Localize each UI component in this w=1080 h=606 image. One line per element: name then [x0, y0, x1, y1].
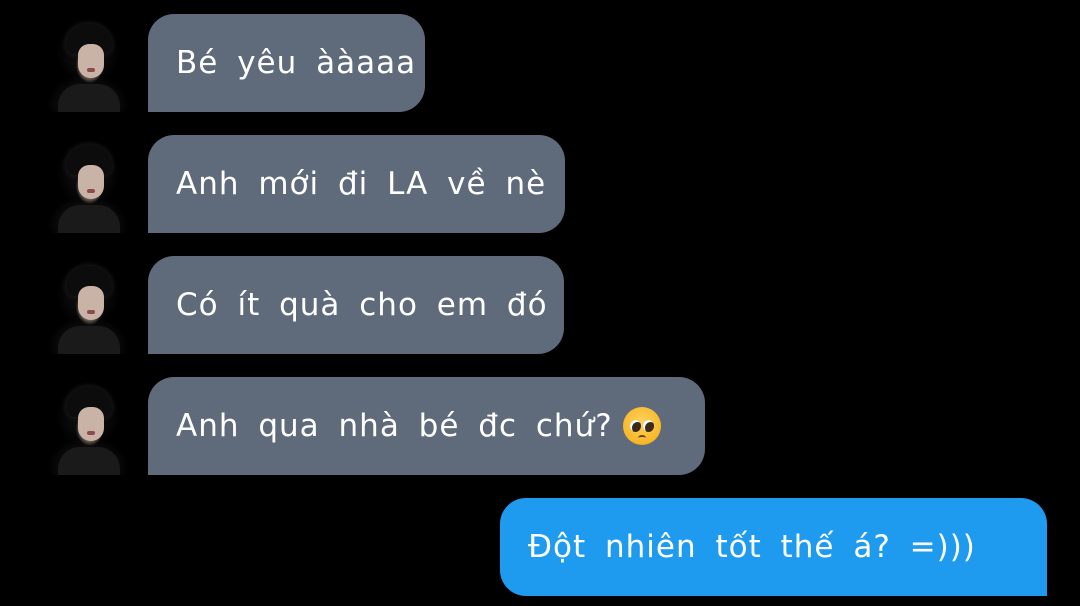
avatar-photo-icon[interactable] — [44, 135, 132, 233]
message-text: Anh mới đi LA về nè — [176, 166, 547, 202]
avatar-photo-icon[interactable] — [44, 256, 132, 354]
incoming-message-bubble[interactable]: Anh qua nhà bé đc chứ? — [148, 377, 705, 475]
incoming-message-bubble[interactable]: Có ít quà cho em đó — [148, 256, 564, 354]
incoming-message-bubble[interactable]: Bé yêu ààaaa — [148, 14, 425, 112]
incoming-message-bubble[interactable]: Anh mới đi LA về nè — [148, 135, 565, 233]
message-text: Có ít quà cho em đó — [176, 287, 548, 323]
message-text: Đột nhiên tốt thế á? =))) — [528, 529, 976, 565]
pleading-face-emoji-icon — [622, 407, 661, 445]
avatar-photo-icon[interactable] — [44, 14, 132, 112]
avatar-photo-icon[interactable] — [44, 377, 132, 475]
message-text: Anh qua nhà bé đc chứ? — [176, 408, 613, 444]
chat-thread: Bé yêu ààaaa Anh mới đi LA về nè Có ít q… — [0, 0, 1080, 606]
message-text: Bé yêu ààaaa — [176, 45, 417, 81]
outgoing-message-bubble[interactable]: Đột nhiên tốt thế á? =))) — [500, 498, 1047, 596]
